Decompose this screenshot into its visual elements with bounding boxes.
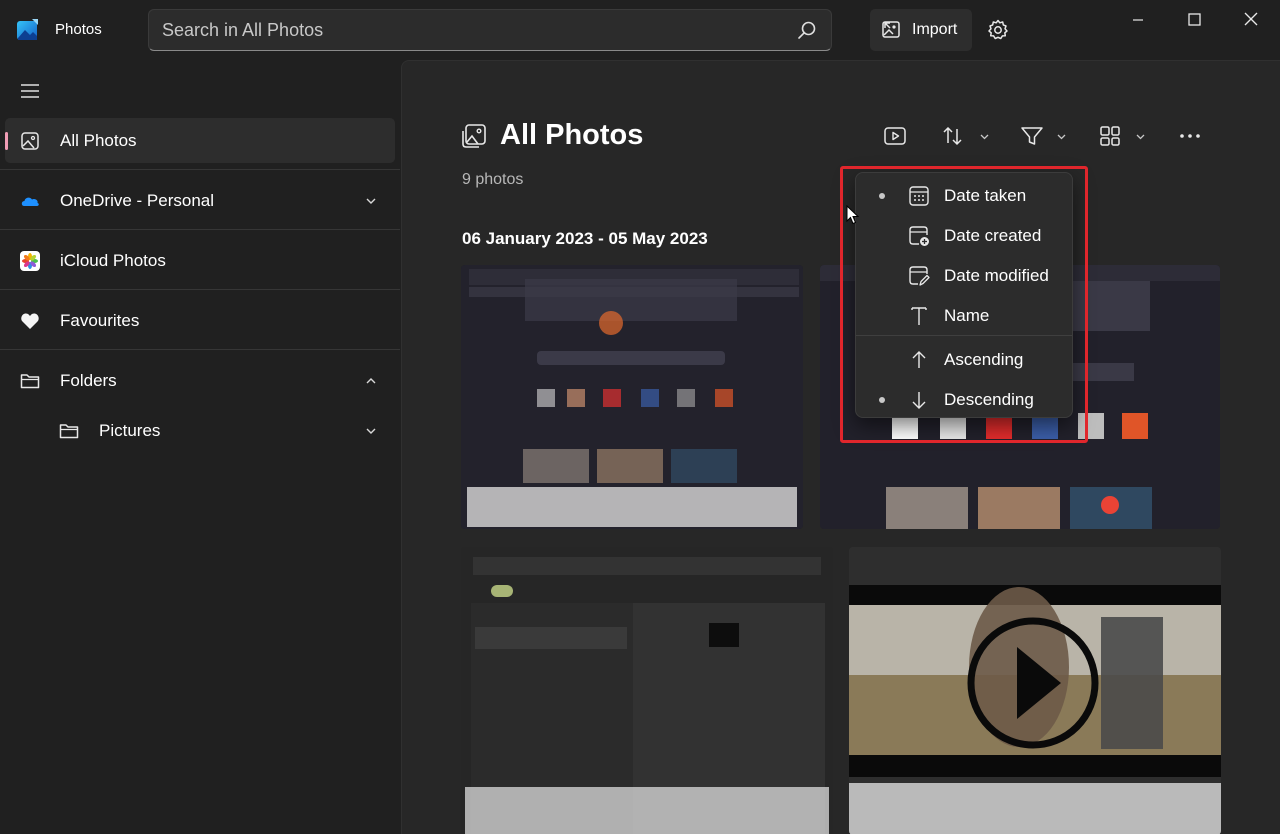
slideshow-button[interactable]	[883, 124, 907, 148]
slideshow-icon	[884, 127, 906, 145]
divider	[0, 169, 400, 170]
sidebar-item-icloud[interactable]: iCloud Photos	[5, 238, 395, 283]
folder-icon	[20, 373, 40, 388]
import-label: Import	[912, 21, 958, 38]
menu-item-label: Date modified	[944, 266, 1049, 285]
grid-layout-icon	[1100, 126, 1145, 146]
menu-item-label: Date created	[944, 226, 1042, 245]
search-input[interactable]	[162, 10, 782, 50]
close-icon[interactable]	[1239, 8, 1263, 32]
menu-item-label: Ascending	[944, 350, 1024, 369]
sort-option-date-modified[interactable]: Date modified	[856, 255, 1074, 295]
sidebar-item-label: Pictures	[99, 420, 161, 440]
view-layout-button[interactable]	[1099, 124, 1151, 148]
photo-count: 9 photos	[462, 171, 524, 188]
chevron-up-icon[interactable]	[365, 375, 377, 387]
gallery-icon	[462, 124, 486, 148]
more-options-button[interactable]	[1178, 124, 1202, 148]
divider	[0, 349, 400, 350]
sort-option-descending[interactable]: Descending	[856, 379, 1074, 419]
filter-icon	[1021, 127, 1066, 145]
selected-bullet	[879, 193, 885, 199]
import-button[interactable]: Import	[870, 9, 972, 51]
thumbnail-image	[461, 265, 803, 529]
date-range-header: 06 January 2023 - 05 May 2023	[462, 229, 708, 248]
arrow-up-icon	[912, 351, 926, 368]
video-thumbnail[interactable]	[849, 547, 1221, 834]
sort-option-date-created[interactable]: Date created	[856, 215, 1074, 255]
sidebar-item-label: OneDrive - Personal	[60, 190, 215, 210]
sort-arrows-icon	[943, 126, 989, 146]
active-indicator	[5, 132, 8, 150]
sort-option-ascending[interactable]: Ascending	[856, 339, 1074, 379]
sort-option-name[interactable]: Name	[856, 295, 1074, 335]
thumbnail-image	[461, 547, 833, 834]
page-title: All Photos	[500, 119, 644, 151]
folder-icon	[59, 423, 79, 438]
import-icon	[882, 21, 900, 38]
photo-thumbnail[interactable]	[461, 547, 833, 834]
app-title: Photos	[55, 21, 102, 38]
divider	[0, 229, 400, 230]
sidebar-item-favourites[interactable]: Favourites	[5, 298, 395, 343]
heart-icon	[21, 313, 39, 329]
more-icon	[1180, 134, 1200, 138]
chevron-down-icon[interactable]	[365, 195, 377, 207]
menu-item-label: Date taken	[944, 186, 1027, 205]
menu-divider	[856, 335, 1072, 336]
photos-app-icon	[17, 19, 38, 40]
thumbnail-image	[849, 547, 1221, 834]
chevron-down-icon[interactable]	[365, 425, 377, 437]
main-content: All Photos 9 photos 06 January 2023 - 05…	[401, 60, 1280, 834]
search-box[interactable]	[148, 9, 832, 51]
sidebar-item-all-photos[interactable]: All Photos	[5, 118, 395, 163]
settings-gear-icon[interactable]	[986, 18, 1010, 42]
hamburger-menu-icon[interactable]	[19, 82, 41, 100]
sidebar-item-label: All Photos	[60, 130, 137, 150]
onedrive-cloud-icon	[21, 197, 39, 206]
calendar-icon	[909, 186, 929, 206]
search-icon[interactable]	[797, 20, 817, 40]
divider	[0, 289, 400, 290]
icloud-photos-icon	[20, 250, 40, 271]
sidebar-item-label: iCloud Photos	[60, 250, 166, 270]
sidebar-item-pictures[interactable]: Pictures	[5, 408, 395, 453]
calendar-add-icon	[909, 226, 929, 246]
sidebar: All Photos OneDrive - Personal iCloud Ph…	[0, 60, 401, 834]
sort-option-date-taken[interactable]: Date taken	[856, 175, 1074, 215]
text-icon	[911, 307, 927, 325]
sidebar-item-label: Favourites	[60, 310, 140, 330]
sort-button[interactable]	[942, 124, 994, 148]
maximize-icon[interactable]	[1182, 8, 1206, 32]
selected-bullet	[879, 397, 885, 403]
arrow-down-icon	[912, 392, 926, 409]
filter-button[interactable]	[1020, 124, 1072, 148]
calendar-edit-icon	[909, 266, 930, 286]
sidebar-item-label: Folders	[60, 370, 117, 390]
photo-thumbnail[interactable]	[461, 265, 803, 529]
mouse-cursor-icon	[846, 205, 860, 225]
sort-menu: Date taken Date created Date modified Na…	[855, 172, 1073, 418]
menu-item-label: Descending	[944, 390, 1034, 409]
menu-item-label: Name	[944, 306, 990, 325]
minimize-icon[interactable]	[1126, 8, 1150, 32]
sidebar-item-onedrive[interactable]: OneDrive - Personal	[5, 178, 395, 223]
title-bar: Photos Import	[0, 0, 1280, 60]
sidebar-item-folders[interactable]: Folders	[5, 358, 395, 403]
gallery-icon	[21, 131, 39, 150]
